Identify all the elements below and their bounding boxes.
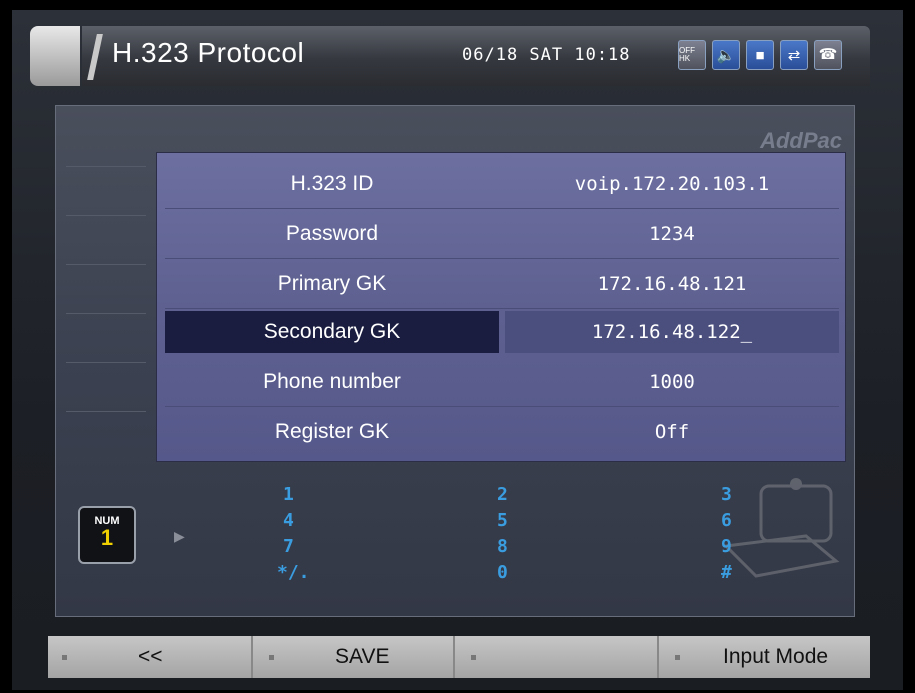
back-label: << <box>138 645 163 668</box>
row-label: Register GK <box>274 420 390 443</box>
key-8[interactable]: 8 <box>497 536 508 557</box>
key-0[interactable]: 0 <box>497 562 508 583</box>
menu-tab[interactable] <box>30 26 80 86</box>
date-time: 06/18 SAT 10:18 <box>462 45 631 65</box>
user-icon: ■ <box>746 40 774 70</box>
row-value[interactable]: 1000 <box>505 357 839 407</box>
num-value: 1 <box>100 525 114 550</box>
key-9[interactable]: 9 <box>721 536 732 557</box>
back-button[interactable]: << <box>48 636 253 678</box>
key-3[interactable]: 3 <box>721 484 732 505</box>
status-icons: OFF HK 🔈 ■ ⇄ ☎ <box>678 40 842 70</box>
key-hash[interactable]: # <box>721 562 732 583</box>
row-value[interactable]: 1234 <box>505 209 839 259</box>
save-label: SAVE <box>335 645 390 668</box>
settings-row-secondary-gk[interactable]: Secondary GK 172.16.48.122_ <box>165 311 839 353</box>
row-label: Phone number <box>263 370 401 393</box>
row-value-input[interactable]: 172.16.48.122_ <box>505 311 839 353</box>
soft-key-bar: << SAVE Input Mode <box>48 636 870 678</box>
row-label: Secondary GK <box>165 311 499 353</box>
handset-icon: ☎ <box>814 40 842 70</box>
key-5[interactable]: 5 <box>497 510 508 531</box>
off-hook-icon: OFF HK <box>678 40 706 70</box>
keypad: 1 2 3 4 5 6 7 8 9 */. 0 # <box>231 484 791 596</box>
input-mode-label: Input Mode <box>723 645 829 668</box>
input-mode-button[interactable]: Input Mode <box>661 636 870 678</box>
settings-row-phone-number[interactable]: Phone number 1000 <box>165 357 839 407</box>
speaker-icon: 🔈 <box>712 40 740 70</box>
settings-panel: AddPac H.323 ID voip.172.20.103.1 Passwo… <box>55 105 855 617</box>
settings-row-password[interactable]: Password 1234 <box>165 209 839 259</box>
title-bar: H.323 Protocol 06/18 SAT 10:18 OFF HK 🔈 … <box>30 26 870 86</box>
row-value[interactable]: Off <box>505 407 839 457</box>
arrow-right-icon: ▶ <box>174 528 185 544</box>
brand-logo: AddPac <box>760 128 842 153</box>
row-label: H.323 ID <box>290 172 374 195</box>
key-6[interactable]: 6 <box>721 510 732 531</box>
key-4[interactable]: 4 <box>283 510 294 531</box>
input-mode-badge: NUM 1 <box>78 506 136 564</box>
page-title: H.323 Protocol <box>112 37 305 68</box>
blank-softkey[interactable] <box>457 636 659 678</box>
left-decoration <box>66 166 146 460</box>
key-symbol[interactable]: */. <box>277 562 310 583</box>
row-label: Primary GK <box>277 272 387 295</box>
settings-row-register-gk[interactable]: Register GK Off <box>165 407 839 457</box>
off-hook-label: OFF HK <box>679 46 695 63</box>
network-icon: ⇄ <box>780 40 808 70</box>
key-7[interactable]: 7 <box>283 536 294 557</box>
settings-row-h323-id[interactable]: H.323 ID voip.172.20.103.1 <box>165 159 839 209</box>
row-value[interactable]: voip.172.20.103.1 <box>505 159 839 209</box>
key-2[interactable]: 2 <box>497 484 508 505</box>
key-1[interactable]: 1 <box>283 484 294 505</box>
row-value[interactable]: 172.16.48.121 <box>505 259 839 309</box>
save-button[interactable]: SAVE <box>255 636 455 678</box>
settings-row-primary-gk[interactable]: Primary GK 172.16.48.121 <box>165 259 839 309</box>
settings-table: H.323 ID voip.172.20.103.1 Password 1234… <box>156 152 846 462</box>
row-label: Password <box>285 222 379 245</box>
